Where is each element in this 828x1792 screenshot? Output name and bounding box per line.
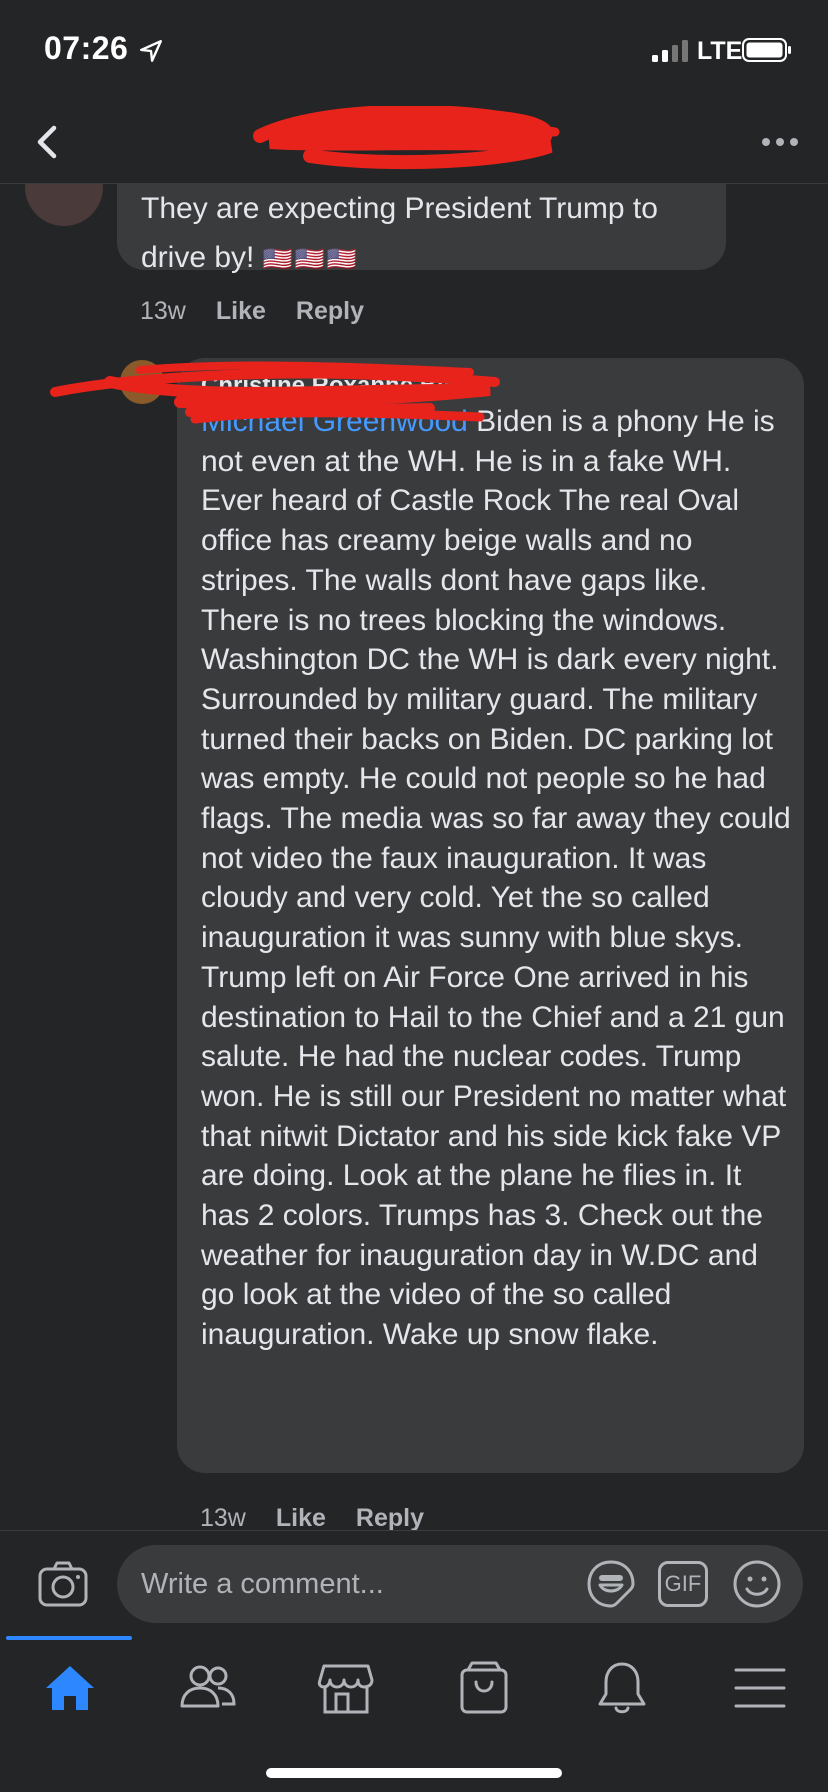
- comment-text: Michael Greenwood Biden is a phony He is…: [201, 402, 791, 1355]
- comment-bubble[interactable]: Christine Roxanne Blair Michael Greenwoo…: [177, 358, 804, 1473]
- comment-bubble[interactable]: They are expecting President Trump to dr…: [117, 184, 726, 274]
- reply-button[interactable]: Reply: [296, 297, 364, 325]
- sticker-icon[interactable]: [586, 1559, 636, 1609]
- emoji-icon[interactable]: [732, 1559, 782, 1609]
- more-options-icon[interactable]: [760, 136, 800, 148]
- like-button[interactable]: Like: [216, 297, 266, 325]
- friends-icon[interactable]: [178, 1660, 238, 1716]
- marketplace-icon[interactable]: [316, 1660, 376, 1716]
- gif-icon[interactable]: GIF: [658, 1561, 708, 1607]
- comment-meta: 13w Like Reply: [200, 1504, 424, 1530]
- avatar[interactable]: [25, 184, 103, 226]
- flag-emoji: 🇺🇸🇺🇸🇺🇸: [262, 246, 359, 273]
- like-button[interactable]: Like: [276, 1504, 326, 1530]
- mention-link[interactable]: Michael Greenwood: [201, 405, 468, 438]
- home-indicator: [266, 1768, 562, 1778]
- comment-body: Biden is a phony He is not even at the W…: [201, 405, 791, 1352]
- signal-icon: [652, 40, 688, 62]
- camera-icon[interactable]: [38, 1561, 88, 1607]
- comment-time: 13w: [200, 1504, 246, 1530]
- comment-text: They are expecting President Trump to dr…: [141, 184, 711, 284]
- battery-icon: [742, 38, 791, 62]
- tab-bar: [0, 1636, 828, 1792]
- status-bar: 07:26 LTE: [0, 0, 828, 100]
- network-label: LTE: [697, 37, 743, 65]
- comments-thread[interactable]: They are expecting President Trump to dr…: [0, 184, 828, 1530]
- shop-bag-icon[interactable]: [454, 1660, 514, 1716]
- comment-time: 13w: [140, 297, 186, 325]
- comment-composer: GIF: [0, 1530, 828, 1637]
- avatar[interactable]: [120, 360, 164, 404]
- comment-author[interactable]: Christine Roxanne Blair: [201, 372, 473, 400]
- status-time: 07:26: [44, 30, 129, 66]
- page-title: Christine Post: [310, 128, 460, 155]
- home-icon[interactable]: [40, 1660, 100, 1716]
- location-arrow-icon: [140, 40, 162, 62]
- active-tab-indicator: [6, 1636, 132, 1640]
- bell-icon[interactable]: [592, 1660, 652, 1716]
- menu-icon[interactable]: [730, 1660, 790, 1716]
- header-bar: Christine Post: [0, 100, 828, 184]
- gif-label: GIF: [664, 1571, 702, 1596]
- comment-body: They are expecting President Trump to dr…: [141, 192, 658, 274]
- reply-button[interactable]: Reply: [356, 1504, 424, 1530]
- comment-meta: 13w Like Reply: [140, 297, 364, 326]
- back-chevron-icon[interactable]: [30, 122, 66, 162]
